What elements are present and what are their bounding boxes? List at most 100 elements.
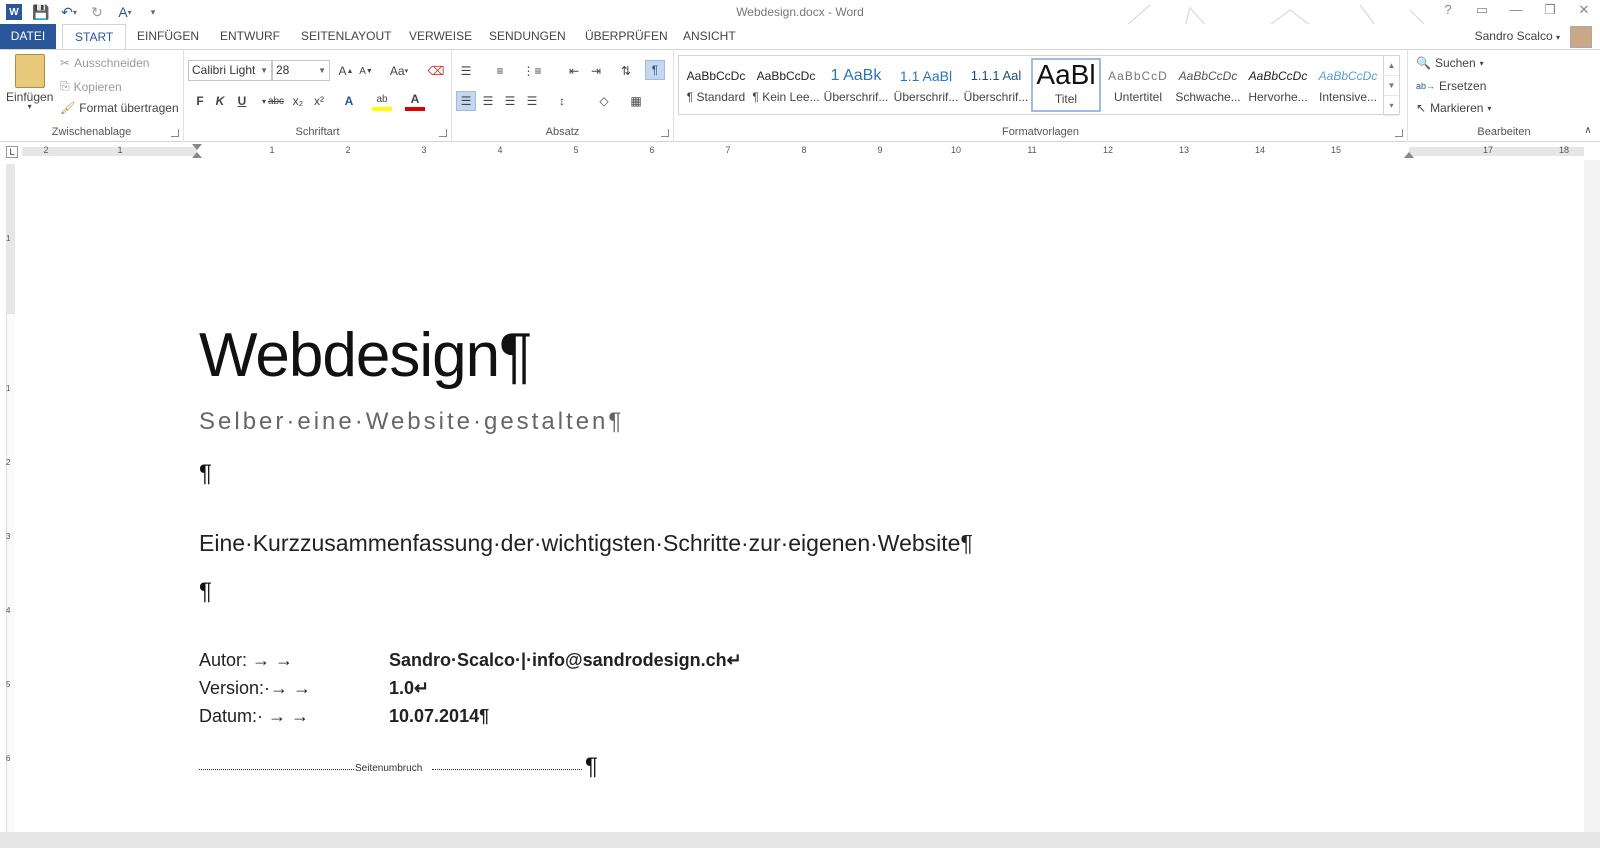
vruler-number: 5 [6, 680, 11, 689]
style-intensive-hervorhebung[interactable]: AaBbCcDc Intensive... [1313, 58, 1383, 112]
gallery-up-icon[interactable]: ▲ [1384, 56, 1399, 76]
grow-font-button[interactable]: A ▲ [336, 61, 356, 81]
style-untertitel[interactable]: AaBbCcD Untertitel [1103, 58, 1173, 112]
style-ueberschrift-2[interactable]: 1.1 AaBl Überschrif... [891, 58, 961, 112]
line-spacing-icon[interactable]: ↕ [552, 91, 572, 111]
multilevel-list-icon[interactable]: ⋮≡ [522, 61, 542, 81]
empty-paragraph[interactable]: ¶ [199, 578, 212, 606]
ruler-number: 13 [1178, 145, 1189, 155]
italic-button[interactable]: K [210, 91, 230, 111]
styles-launcher-icon[interactable] [1395, 129, 1403, 137]
tab-start[interactable]: START [62, 24, 127, 50]
underline-button[interactable]: U [232, 91, 252, 111]
replace-button[interactable]: ab→ Ersetzen [1416, 79, 1486, 93]
vertical-scrollbar[interactable] [1584, 160, 1600, 832]
show-marks-button[interactable]: ¶ [645, 60, 665, 80]
collapse-ribbon-icon[interactable]: ∧ [1578, 120, 1598, 140]
style-schwache-hervorhebung[interactable]: AaBbCcDc Schwache... [1173, 58, 1243, 112]
change-case-button[interactable]: Aa ▾ [384, 61, 414, 81]
avatar[interactable] [1570, 26, 1592, 48]
user-name[interactable]: Sandro Scalco ▾ [1475, 29, 1560, 43]
minimize-icon[interactable]: — [1506, 2, 1526, 18]
increase-indent-icon[interactable]: ⇥ [586, 61, 606, 81]
bullets-icon[interactable]: ☰ [456, 61, 476, 81]
ruler-number: 8 [801, 145, 807, 155]
align-center-icon[interactable]: ☰ [478, 91, 498, 111]
clipboard-icon [14, 54, 45, 88]
cut-label: Ausschneiden [74, 56, 150, 70]
style-titel[interactable]: AaBl Titel [1031, 58, 1101, 112]
font-family-select[interactable]: Calibri Light ▼ [188, 60, 272, 81]
sort-icon[interactable]: ⇅ [616, 61, 636, 81]
meta-date[interactable]: Datum:· → → 10.07.2014¶ [199, 706, 489, 727]
font-launcher-icon[interactable] [439, 129, 447, 137]
clipboard-group-label: Zwischenablage [51, 126, 132, 138]
font-color-button[interactable]: A [405, 91, 425, 111]
tab-datei[interactable]: DATEI [0, 24, 56, 49]
decrease-indent-icon[interactable]: ⇤ [564, 61, 584, 81]
meta-value: 10.07.2014¶ [389, 706, 490, 726]
gallery-more-icon[interactable]: ▾ [1384, 96, 1399, 116]
align-right-icon[interactable]: ☰ [500, 91, 520, 111]
text-effects-button[interactable]: A [339, 91, 359, 111]
format-painter-button[interactable]: 🖌 Format übertragen [60, 101, 179, 115]
hanging-indent-icon[interactable] [192, 152, 202, 158]
horizontal-ruler[interactable]: L 2 1 1 2 3 4 5 6 7 8 9 10 11 12 13 14 1… [0, 142, 1600, 160]
strikethrough-button[interactable]: abc [266, 91, 286, 111]
help-icon[interactable]: ? [1438, 2, 1458, 18]
document-subtitle[interactable]: Selber·eine·Website·gestalten¶ [199, 408, 624, 436]
document-title[interactable]: Webdesign¶ [199, 320, 532, 391]
style-hervorhebung[interactable]: AaBbCcDc Hervorhe... [1243, 58, 1313, 112]
tab-einfuegen[interactable]: EINFÜGEN [125, 24, 211, 49]
shrink-font-icon: A [359, 65, 366, 77]
borders-icon[interactable]: ▦ [626, 91, 646, 111]
meta-author[interactable]: Autor: → → Sandro·Scalco·|·info@sandrodes… [199, 650, 742, 671]
font-group: Calibri Light ▼ 28 ▼ A ▲ A ▼ Aa ▾ ⌫ F K U ▾ a… [184, 50, 452, 142]
vertical-ruler[interactable]: 1 1 2 3 4 5 6 [4, 164, 17, 832]
page-break-label: Seitenumbruch [354, 763, 424, 774]
right-indent-icon[interactable] [1404, 152, 1414, 158]
justify-icon[interactable]: ☰ [522, 91, 542, 111]
document-page[interactable] [20, 160, 1584, 832]
ruler-number: 7 [725, 145, 731, 155]
shading-icon[interactable]: ◇ [594, 91, 614, 111]
font-size-select[interactable]: 28 ▼ [272, 60, 330, 81]
subscript-button[interactable]: x₂ [288, 91, 308, 111]
document-summary[interactable]: Eine·Kurzzusammenfassung·der·wichtigsten… [199, 530, 973, 557]
meta-version[interactable]: Version:·→ → 1.0↵ [199, 678, 429, 699]
numbering-icon[interactable]: ≡ [490, 61, 510, 81]
select-button[interactable]: ↖ Markieren ▾ [1416, 101, 1491, 115]
bold-button[interactable]: F [190, 91, 210, 111]
vruler-number: 1 [6, 384, 11, 393]
find-button[interactable]: 🔍 Suchen ▾ [1416, 56, 1484, 70]
align-left-icon[interactable]: ☰ [456, 91, 476, 111]
empty-paragraph[interactable]: ¶ [199, 460, 212, 488]
restore-icon[interactable]: ❐ [1540, 2, 1560, 18]
paragraph-launcher-icon[interactable] [661, 129, 669, 137]
shrink-font-button[interactable]: A ▼ [356, 61, 376, 81]
tab-seitenlayout[interactable]: SEITENLAYOUT [289, 24, 403, 49]
tab-sendungen[interactable]: SENDUNGEN [477, 24, 578, 49]
style-ueberschrift-1[interactable]: 1 AaBk Überschrif... [821, 58, 891, 112]
style-kein-leerraum[interactable]: AaBbCcDc ¶ Kein Lee... [751, 58, 821, 112]
clipboard-launcher-icon[interactable] [171, 129, 179, 137]
tab-ueberpruefen[interactable]: ÜBERPRÜFEN [573, 24, 680, 49]
ribbon-options-icon[interactable]: ▭ [1472, 2, 1492, 18]
superscript-button[interactable]: x² [309, 91, 329, 111]
copy-button[interactable]: ⎘ Kopieren [60, 79, 122, 94]
style-standard[interactable]: AaBbCcDc ¶ Standard [681, 58, 751, 112]
page-break-pilcrow: ¶ [585, 753, 598, 780]
clear-formatting-icon[interactable]: ⌫ [426, 61, 446, 81]
gallery-down-icon[interactable]: ▼ [1384, 76, 1399, 96]
tab-entwurf[interactable]: ENTWURF [208, 24, 292, 49]
style-ueberschrift-3[interactable]: 1.1.1 Aal Überschrif... [961, 58, 1031, 112]
cut-button[interactable]: ✂ Ausschneiden [60, 56, 149, 70]
tab-ansicht[interactable]: ANSICHT [671, 24, 748, 49]
close-icon[interactable]: ✕ [1574, 2, 1594, 18]
paste-button[interactable]: Einfügen ▾ [6, 54, 53, 111]
tab-selector[interactable]: L [6, 146, 18, 158]
first-line-indent-icon[interactable] [192, 144, 202, 150]
highlight-button[interactable]: ab [372, 91, 392, 111]
select-label: Markieren [1430, 101, 1484, 115]
tab-verweise[interactable]: VERWEISE [397, 24, 484, 49]
